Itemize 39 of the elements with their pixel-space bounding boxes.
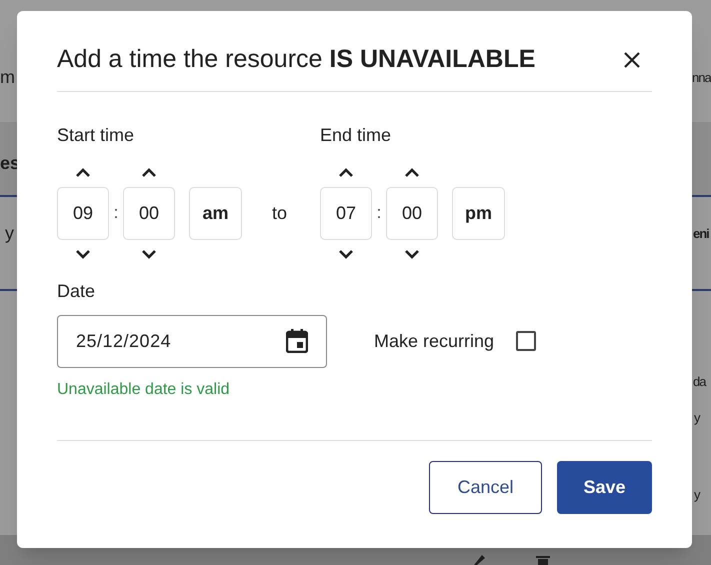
- background-text: y: [694, 409, 700, 427]
- separator-text: to: [272, 202, 288, 224]
- chevron-up-icon: [338, 166, 354, 176]
- dialog-title: Add a time the resource IS UNAVAILABLE: [57, 44, 536, 75]
- chevron-down-icon: [75, 250, 91, 260]
- minute-field[interactable]: 00: [123, 186, 175, 240]
- pencil-icon[interactable]: [472, 553, 486, 565]
- date-helper-text: Unavailable date is valid: [57, 380, 231, 400]
- date-value: 25/12/2024: [76, 330, 172, 352]
- period-toggle[interactable]: am: [189, 186, 242, 240]
- background-text: nna: [692, 69, 711, 87]
- chevron-down-icon: [141, 250, 157, 260]
- trash-icon[interactable]: [535, 555, 551, 565]
- background-text: eni: [693, 225, 709, 243]
- time-label: Start time: [57, 124, 136, 146]
- colon-separator: :: [112, 202, 120, 224]
- time-label: End time: [320, 124, 392, 146]
- calendar-icon[interactable]: [286, 329, 308, 353]
- background-text: da: [693, 373, 706, 391]
- date-field[interactable]: 25/12/2024: [57, 314, 327, 368]
- chevron-down-icon: [404, 250, 420, 260]
- colon-separator: :: [376, 202, 382, 224]
- hour-field[interactable]: 07: [320, 186, 372, 240]
- save-button[interactable]: Save: [557, 460, 652, 514]
- chevron-down-icon: [338, 250, 354, 260]
- recurring-label: Make recurring: [374, 330, 494, 353]
- background-text: m: [0, 66, 15, 89]
- hour-field[interactable]: 09: [57, 186, 109, 240]
- chevron-up-icon: [404, 166, 420, 176]
- recurring-checkbox[interactable]: [516, 331, 536, 351]
- cancel-button[interactable]: Cancel: [429, 460, 542, 514]
- period-toggle[interactable]: pm: [452, 186, 505, 240]
- date-label: Date: [57, 280, 96, 302]
- chevron-up-icon: [141, 166, 157, 176]
- close-icon: [623, 50, 641, 69]
- minute-field[interactable]: 00: [386, 186, 438, 240]
- chevron-up-icon: [75, 166, 91, 176]
- background-text: y: [5, 222, 14, 245]
- background-text: y: [694, 486, 700, 504]
